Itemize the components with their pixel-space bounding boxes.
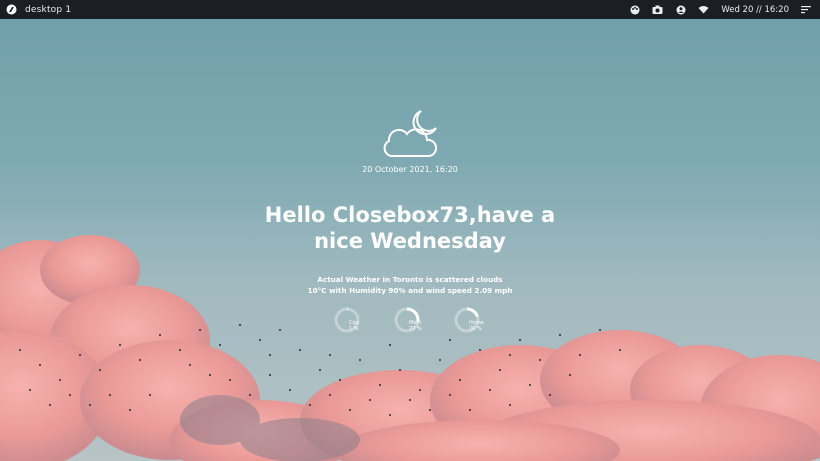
greeting-line: nice Wednesday [314,229,506,253]
weather-details: 10°C with Humidity 90% and wind speed 2.… [307,286,513,295]
memory-gauge: Mem 27 % [393,306,453,334]
greeting-heading: Hello Closebox73,have a nice Wednesday [0,202,820,254]
date-time: 20 October 2021, 16:20 [362,165,458,174]
home-disk-gauge: Home 20 % [453,306,513,334]
gauge-label: Home 20 % [469,320,484,332]
cloud-moon-icon [383,110,438,157]
desktop-widget: 20 October 2021, 16:20 Hello Closebox73,… [0,0,820,461]
weather-status: Actual Weather in Toronto is scattered c… [0,274,820,296]
greeting-line: Hello Closebox73,have a [264,203,556,227]
weather-summary: Actual Weather in Toronto is scattered c… [317,275,503,284]
system-gauges: Cpu 1 % Mem 27 % Home 20 % [330,306,500,336]
cpu-gauge: Cpu 1 % [333,306,393,334]
gauge-label: Cpu 1 % [349,320,359,332]
gauge-label: Mem 27 % [409,320,422,332]
